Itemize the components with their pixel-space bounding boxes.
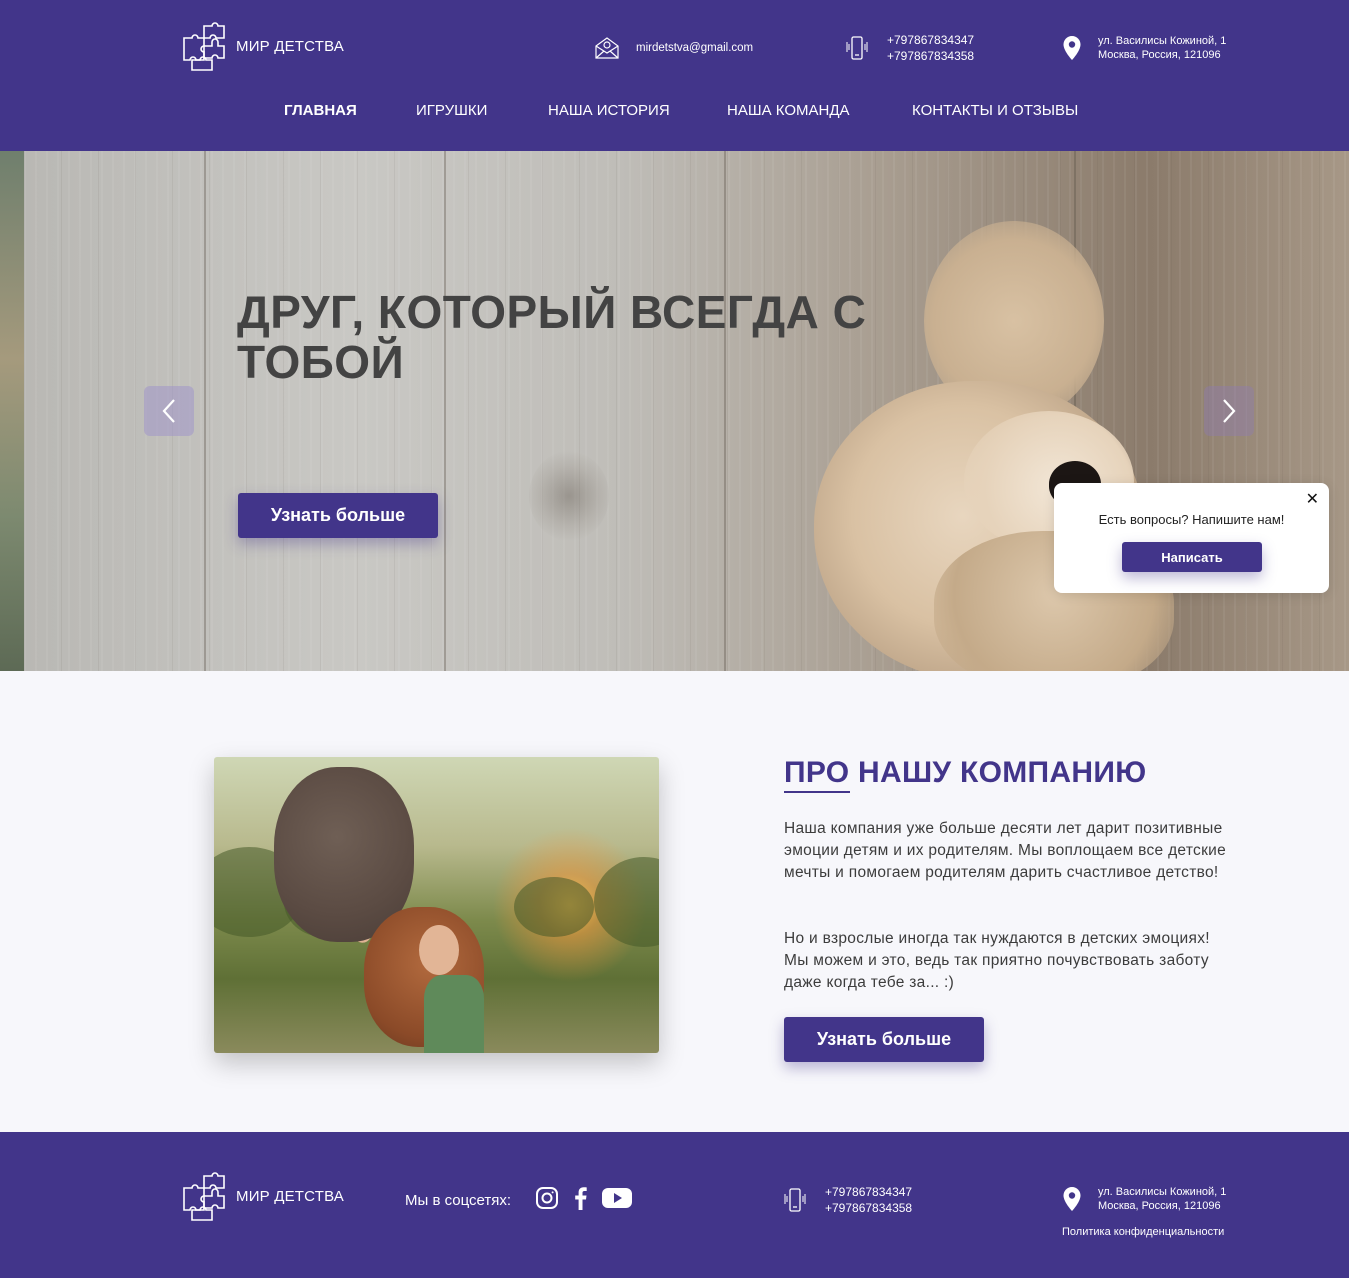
footer-address[interactable]: ул. Василисы Кожиной, 1 Москва, Россия, … [1062, 1185, 1226, 1213]
hero-title: ДРУГ, КОТОРЫЙ ВСЕГДА С ТОБОЙ [237, 286, 867, 388]
about-learn-more-button[interactable]: Узнать больше [784, 1017, 984, 1062]
youtube-icon[interactable] [601, 1186, 633, 1210]
nav-item-history[interactable]: НАША ИСТОРИЯ [548, 102, 670, 119]
header-email[interactable]: mirdetstva@gmail.com [594, 36, 753, 60]
about-paragraph-1: Наша компания уже больше десяти лет дари… [784, 820, 1227, 881]
footer-address-line-2: Москва, Россия, 121096 [1098, 1200, 1221, 1212]
hero-background-image [24, 151, 1349, 671]
instagram-icon[interactable] [535, 1186, 559, 1210]
about-title: ПРО НАШУ КОМПАНИЮ [784, 756, 1147, 789]
location-pin-icon [1063, 36, 1081, 60]
chat-prompt-text: Есть вопросы? Напишите нам! [1098, 512, 1285, 527]
phone-1[interactable]: +797867834347 [887, 32, 974, 48]
hero-learn-more-button[interactable]: Узнать больше [238, 493, 438, 538]
chevron-right-icon [1223, 399, 1236, 423]
title-underline [784, 791, 850, 793]
puzzle-logo-icon [183, 22, 225, 71]
puzzle-logo-icon [183, 1172, 225, 1221]
privacy-policy-link[interactable]: Политика конфиденциальности [1062, 1226, 1224, 1238]
social-label: Мы в соцсетях: [405, 1192, 512, 1209]
nav-item-toys[interactable]: ИГРУШКИ [416, 102, 487, 119]
nav-item-home[interactable]: ГЛАВНАЯ [284, 102, 357, 119]
header-address[interactable]: ул. Василисы Кожиной, 1 Москва, Россия, … [1062, 34, 1226, 62]
logo[interactable]: МИР ДЕТСТВА [178, 20, 344, 72]
footer-phones[interactable]: +797867834347 +797867834358 [783, 1184, 912, 1216]
phone-2[interactable]: +797867834358 [887, 48, 974, 64]
chevron-left-icon [162, 399, 175, 423]
previous-slide-peek [0, 151, 24, 671]
phone-icon [846, 36, 868, 60]
footer-phone-1[interactable]: +797867834347 [825, 1184, 912, 1200]
site-footer: МИР ДЕТСТВА Мы в соцсетях: +797867834347… [0, 1132, 1349, 1278]
header-phones[interactable]: +797867834347 +797867834358 [845, 32, 974, 64]
location-pin-icon [1063, 1187, 1081, 1211]
facebook-icon[interactable] [570, 1186, 590, 1210]
site-header: МИР ДЕТСТВА mirdetstva@gmail.com +797867… [0, 0, 1349, 151]
address-line-1: ул. Василисы Кожиной, 1 [1098, 35, 1227, 47]
close-icon[interactable]: ✕ [1306, 489, 1319, 509]
address-line-2: Москва, Россия, 121096 [1098, 49, 1221, 61]
nav-item-contacts[interactable]: КОНТАКТЫ И ОТЗЫВЫ [912, 102, 1078, 119]
nav-item-team[interactable]: НАША КОМАНДА [727, 102, 850, 119]
footer-phone-2[interactable]: +797867834358 [825, 1200, 912, 1216]
slider-prev-button[interactable] [144, 386, 194, 436]
footer-address-line-1: ул. Василисы Кожиной, 1 [1098, 1186, 1227, 1198]
footer-logo-text: МИР ДЕТСТВА [236, 1187, 344, 1205]
about-photo [214, 757, 659, 1053]
mail-icon [595, 37, 619, 59]
footer-logo[interactable]: МИР ДЕТСТВА [178, 1170, 344, 1222]
phone-icon [784, 1188, 806, 1212]
logo-text: МИР ДЕТСТВА [236, 37, 344, 55]
hero-slider [0, 151, 1349, 671]
about-paragraph-2: Но и взрослые иногда так нуждаются в дет… [784, 930, 1210, 991]
chat-popup: ✕ Есть вопросы? Напишите нам! Написать [1054, 483, 1329, 593]
slider-next-button[interactable] [1204, 386, 1254, 436]
chat-write-button[interactable]: Написать [1122, 542, 1262, 572]
email-text: mirdetstva@gmail.com [636, 42, 754, 54]
